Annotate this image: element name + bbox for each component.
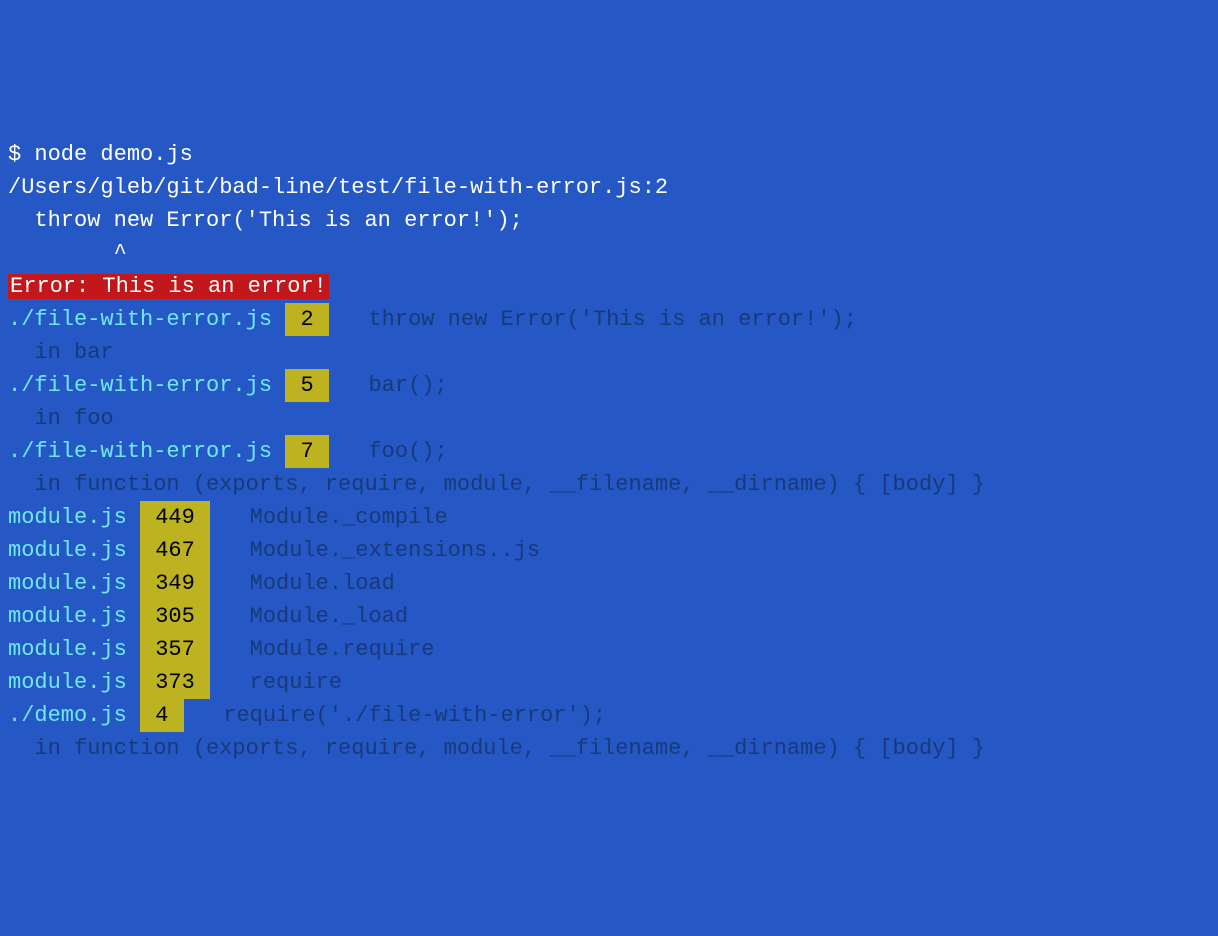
stack-context: in bar <box>8 340 114 365</box>
stack-file: module.js <box>8 604 127 629</box>
stack-frame-line: ./file-with-error.js 7 foo(); <box>8 435 1210 468</box>
error-caret-line: ^ <box>8 237 1210 270</box>
stack-code: Module.load <box>223 571 395 596</box>
error-path: /Users/gleb/git/bad-line/test/file-with-… <box>8 175 668 200</box>
stack-line-number: 7 <box>285 435 329 468</box>
stack-context: in foo <box>8 406 114 431</box>
stack-line-number: 373 <box>140 666 210 699</box>
stack-frame-line: ./file-with-error.js 2 throw new Error('… <box>8 303 1210 336</box>
stack-file: module.js <box>8 670 127 695</box>
stack-frame-line: module.js 467 Module._extensions..js <box>8 534 1210 567</box>
stack-frame-line: module.js 373 require <box>8 666 1210 699</box>
stack-file: ./file-with-error.js <box>8 439 272 464</box>
stack-file: module.js <box>8 538 127 563</box>
stack-frame-line: module.js 357 Module.require <box>8 633 1210 666</box>
stack-context: in function (exports, require, module, _… <box>8 736 985 761</box>
stack-file: ./demo.js <box>8 703 127 728</box>
prompt-line: $ node demo.js <box>8 138 1210 171</box>
stack-file: ./file-with-error.js <box>8 373 272 398</box>
stack-file: module.js <box>8 571 127 596</box>
stack-line-number: 2 <box>285 303 329 336</box>
stack-code: Module._extensions..js <box>223 538 540 563</box>
stack-context-line: in function (exports, require, module, _… <box>8 732 1210 765</box>
stack-code: bar(); <box>342 373 448 398</box>
error-caret: ^ <box>8 241 127 266</box>
stack-context-line: in function (exports, require, module, _… <box>8 468 1210 501</box>
error-code-line: throw new Error('This is an error!'); <box>8 204 1210 237</box>
error-code: throw new Error('This is an error!'); <box>8 208 523 233</box>
stack-frame-line: ./file-with-error.js 5 bar(); <box>8 369 1210 402</box>
stack-context-line: in bar <box>8 336 1210 369</box>
stack-file: module.js <box>8 637 127 662</box>
stack-context: in function (exports, require, module, _… <box>8 472 985 497</box>
terminal-output: $ node demo.js/Users/gleb/git/bad-line/t… <box>8 138 1210 765</box>
stack-file: module.js <box>8 505 127 530</box>
stack-frame-line: module.js 449 Module._compile <box>8 501 1210 534</box>
stack-line-number: 349 <box>140 567 210 600</box>
stack-code: require('./file-with-error'); <box>197 703 606 728</box>
error-banner-line: Error: This is an error! <box>8 270 1210 303</box>
stack-frame-line: module.js 349 Module.load <box>8 567 1210 600</box>
stack-code: Module._load <box>223 604 408 629</box>
stack-line-number: 4 <box>140 699 184 732</box>
command-text: $ node demo.js <box>8 142 193 167</box>
stack-line-number: 357 <box>140 633 210 666</box>
stack-frame-line: module.js 305 Module._load <box>8 600 1210 633</box>
stack-context-line: in foo <box>8 402 1210 435</box>
stack-frame-line: ./demo.js 4 require('./file-with-error')… <box>8 699 1210 732</box>
stack-line-number: 305 <box>140 600 210 633</box>
error-path-line: /Users/gleb/git/bad-line/test/file-with-… <box>8 171 1210 204</box>
stack-line-number: 467 <box>140 534 210 567</box>
stack-code: foo(); <box>342 439 448 464</box>
stack-file: ./file-with-error.js <box>8 307 272 332</box>
stack-code: require <box>223 670 342 695</box>
stack-code: throw new Error('This is an error!'); <box>342 307 857 332</box>
stack-line-number: 449 <box>140 501 210 534</box>
error-banner: Error: This is an error! <box>8 274 329 299</box>
stack-line-number: 5 <box>285 369 329 402</box>
stack-code: Module.require <box>223 637 434 662</box>
stack-code: Module._compile <box>223 505 447 530</box>
